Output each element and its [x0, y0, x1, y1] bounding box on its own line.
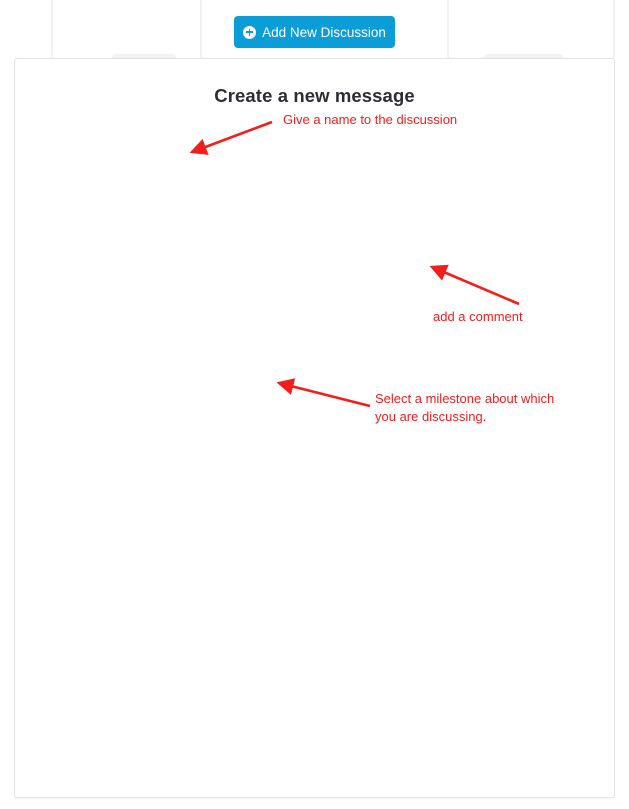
annotation-comment-hint: add a comment: [433, 309, 523, 324]
add-new-discussion-button[interactable]: Add New Discussion: [234, 16, 395, 48]
annotation-name-hint: Give a name to the discussion: [283, 112, 458, 127]
screen: Add New Discussion Create a new message …: [0, 0, 629, 809]
create-message-panel: Create a new message: [14, 58, 615, 798]
page-title: Create a new message: [214, 85, 415, 106]
plus-circle-icon: [243, 25, 257, 39]
annotation-milestone-hint-line1: Select a milestone about which: [375, 391, 555, 406]
add-new-discussion-label: Add New Discussion: [262, 24, 386, 40]
annotation-milestone-hint-line2: you are discussing.: [375, 409, 487, 424]
